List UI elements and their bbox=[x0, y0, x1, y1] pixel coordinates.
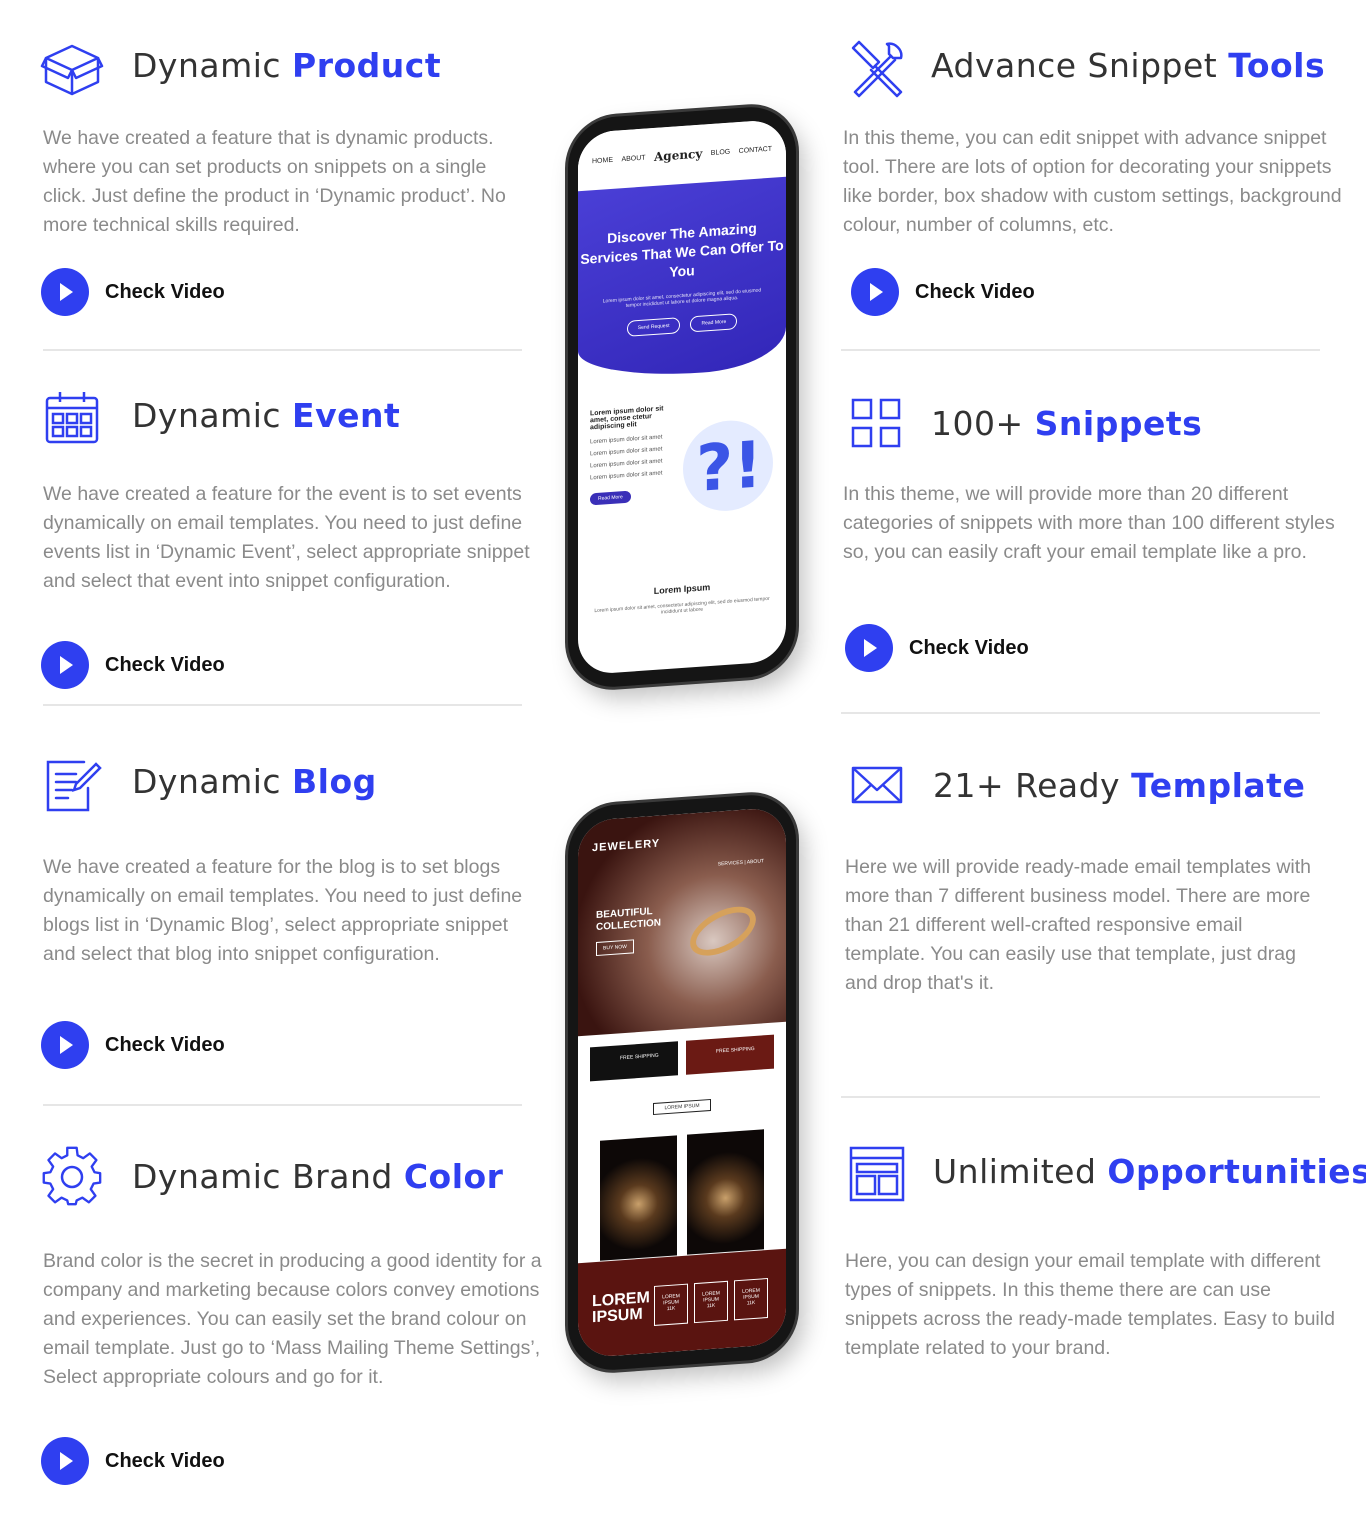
divider bbox=[841, 1096, 1320, 1098]
feature-description: Here, you can design your email template… bbox=[845, 1250, 1335, 1359]
feature-description: We have created a feature for the blog i… bbox=[43, 856, 523, 965]
check-video-button[interactable]: Check Video bbox=[41, 641, 225, 689]
check-video-button[interactable]: Check Video bbox=[851, 268, 1035, 316]
feature-dynamic-brand-color: Dynamic Brand Color Brand color is the s… bbox=[40, 1145, 542, 1495]
ring-image bbox=[682, 896, 764, 966]
ring-image bbox=[600, 1135, 677, 1261]
check-video-button[interactable]: Check Video bbox=[41, 268, 225, 316]
feature-description: We have created a feature that is dynami… bbox=[43, 127, 506, 236]
feature-description: In this theme, we will provide more than… bbox=[843, 483, 1335, 563]
phone-screen: JEWELERY SERVICES | ABOUT BEAUTIFUL COLL… bbox=[578, 806, 786, 1359]
box-icon bbox=[40, 38, 104, 102]
feature-title: 100+ Snippets bbox=[931, 404, 1203, 443]
ring-image bbox=[687, 1129, 764, 1255]
grid-icon bbox=[845, 392, 909, 456]
phone-footer: LOREM IPSUM LOREM IPSUM 11K LOREM IPSUM 11… bbox=[578, 1248, 786, 1359]
feature-dynamic-blog: Dynamic Blog We have created a feature f… bbox=[40, 754, 540, 1074]
feature-title: Dynamic Brand Color bbox=[132, 1157, 504, 1196]
feature-dynamic-event: Dynamic Event We have created a feature … bbox=[40, 388, 540, 689]
phone-hero: Discover The Amazing Services That We Ca… bbox=[578, 176, 786, 382]
divider bbox=[43, 1104, 522, 1106]
phone-screen: HOME ABOUT Agency BLOG CONTACT Discover … bbox=[578, 118, 786, 676]
feature-ready-template: 21+ Ready Template Here we will provide … bbox=[845, 754, 1345, 1014]
edit-document-icon bbox=[40, 754, 104, 818]
feature-description: In this theme, you can edit snippet with… bbox=[843, 127, 1342, 236]
divider bbox=[841, 712, 1320, 714]
play-icon bbox=[845, 624, 893, 672]
play-icon bbox=[41, 1437, 89, 1485]
phone-mockup-jewelery: JEWELERY SERVICES | ABOUT BEAUTIFUL COLL… bbox=[568, 792, 796, 1373]
envelope-icon bbox=[845, 754, 909, 818]
play-icon bbox=[41, 641, 89, 689]
feature-title: Dynamic Blog bbox=[132, 762, 377, 801]
feature-title: Dynamic Event bbox=[132, 396, 401, 435]
tools-icon bbox=[845, 38, 909, 102]
gear-icon bbox=[40, 1145, 104, 1209]
feature-title: Dynamic Product bbox=[132, 46, 442, 85]
feature-snippets: 100+ Snippets In this theme, we will pro… bbox=[843, 392, 1345, 692]
feature-unlimited-opportunities: Unlimited Opportunities Here, you can de… bbox=[845, 1142, 1366, 1382]
question-illustration: ?! bbox=[678, 398, 774, 525]
check-video-button[interactable]: Check Video bbox=[845, 624, 1029, 672]
divider bbox=[43, 704, 522, 706]
phone-mockup-agency: HOME ABOUT Agency BLOG CONTACT Discover … bbox=[568, 104, 796, 690]
calendar-icon bbox=[40, 388, 104, 452]
phone-hero: JEWELERY SERVICES | ABOUT BEAUTIFUL COLL… bbox=[578, 806, 786, 1037]
play-icon bbox=[41, 1021, 89, 1069]
feature-title: Advance Snippet Tools bbox=[931, 46, 1326, 85]
feature-advance-snippet-tools: Advance Snippet Tools In this theme, you… bbox=[843, 38, 1345, 328]
check-video-button[interactable]: Check Video bbox=[41, 1021, 225, 1069]
feature-description: Here we will provide ready-made email te… bbox=[845, 856, 1312, 994]
layout-icon bbox=[845, 1142, 909, 1206]
feature-dynamic-product: Dynamic Product We have created a featur… bbox=[40, 38, 540, 328]
play-icon bbox=[41, 268, 89, 316]
feature-description: We have created a feature for the event … bbox=[43, 483, 530, 592]
divider bbox=[43, 349, 522, 351]
play-icon bbox=[851, 268, 899, 316]
feature-title: 21+ Ready Template bbox=[933, 766, 1306, 805]
check-video-button[interactable]: Check Video bbox=[41, 1437, 225, 1485]
divider bbox=[841, 349, 1320, 351]
feature-title: Unlimited Opportunities bbox=[933, 1152, 1366, 1191]
feature-description: Brand color is the secret in producing a… bbox=[43, 1250, 542, 1388]
